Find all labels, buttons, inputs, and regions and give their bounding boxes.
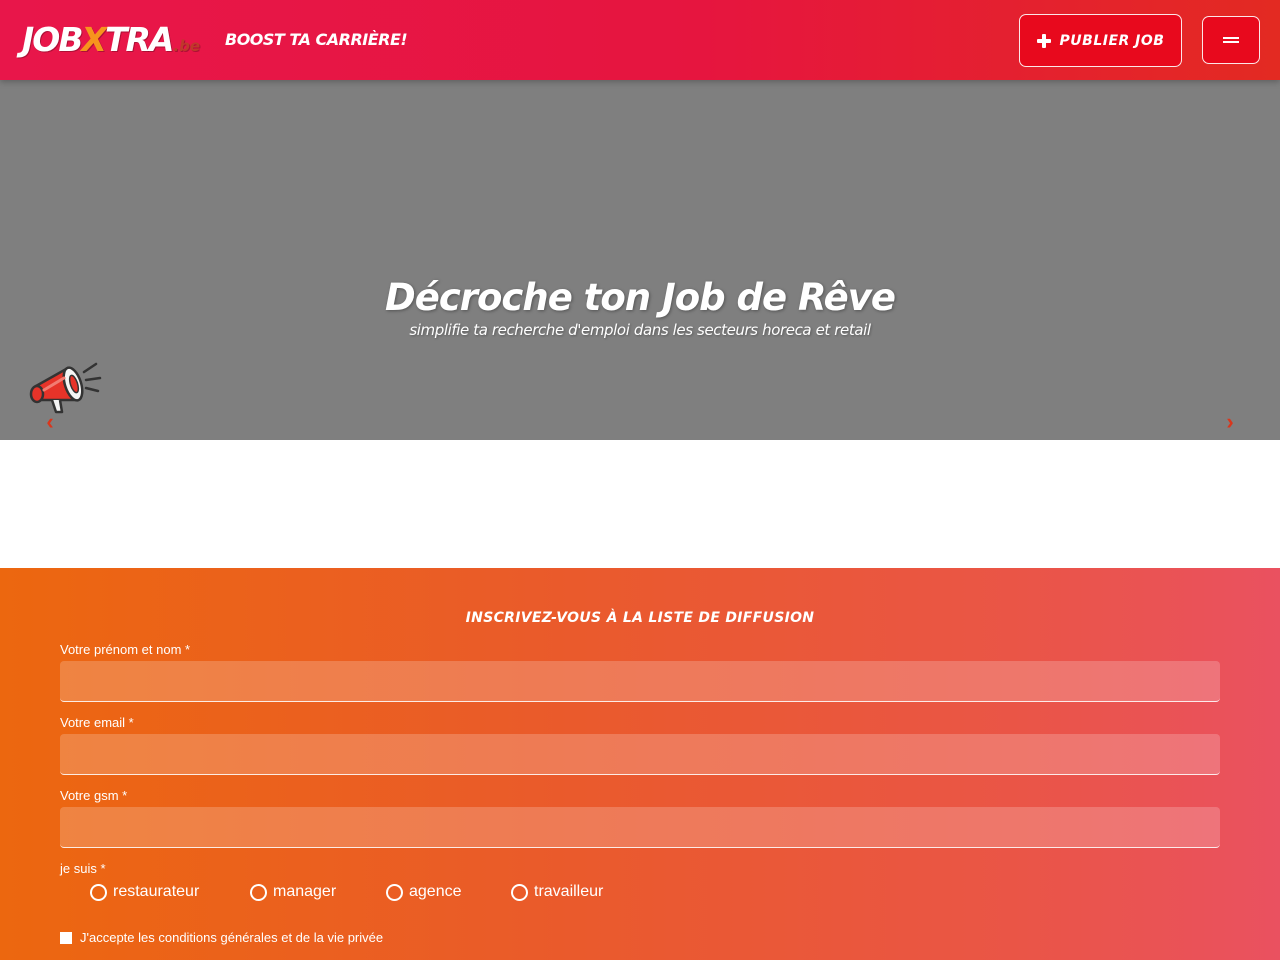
newsletter-title: INSCRIVEZ-VOUS À LA LISTE DE DIFFUSION [465, 610, 815, 626]
publish-job-label: PUBLIER JOB [1059, 32, 1165, 49]
radio-label: travailleur [534, 883, 604, 900]
hero-subtitle: simplifie ta recherche d'emploi dans les… [409, 321, 871, 339]
radio-travailleur[interactable]: travailleur [511, 883, 603, 901]
radio-circle-icon [511, 883, 528, 901]
plus-icon [1036, 33, 1051, 48]
slider-next-arrow[interactable]: › [1222, 410, 1238, 434]
publish-job-button[interactable]: PUBLIER JOB [1019, 14, 1182, 67]
megaphone-icon [29, 362, 102, 414]
radio-manager[interactable]: manager [250, 883, 336, 901]
terms-checkbox-row[interactable]: J'accepte les conditions générales et de… [60, 930, 383, 945]
radio-label: restaurateur [113, 883, 200, 900]
radio-circle-icon [386, 883, 403, 901]
role-label: je suis * [60, 861, 106, 876]
site-header: JOBXTRA.be BOOST TA CARRIÈRE! PUBLIER JO… [0, 0, 1280, 80]
logo-text-x: X [81, 20, 106, 59]
slider-prev-arrow[interactable]: ‹ [42, 410, 58, 434]
jobxtra-logo[interactable]: JOBXTRA.be [22, 18, 207, 62]
hero-slider: Décroche ton Job de Rêve simplifie ta re… [0, 80, 1280, 440]
menu-button[interactable] [1202, 16, 1260, 64]
name-field[interactable] [60, 661, 1220, 702]
gsm-field[interactable] [60, 807, 1220, 848]
tagline: BOOST TA CARRIÈRE! [225, 30, 408, 49]
radio-label: manager [273, 883, 337, 900]
radio-circle-icon [90, 883, 107, 901]
radio-restaurateur[interactable]: restaurateur [90, 883, 199, 901]
hero-title: Décroche ton Job de Rêve [385, 276, 896, 319]
logo-text-job: JOB [22, 20, 84, 59]
radio-circle-icon [250, 883, 267, 901]
email-field-label: Votre email * [60, 715, 134, 730]
name-field-label: Votre prénom et nom * [60, 642, 191, 657]
terms-label: J'accepte les conditions générales et de… [80, 930, 384, 945]
radio-agence[interactable]: agence [386, 883, 462, 901]
gsm-field-label: Votre gsm * [60, 788, 128, 803]
logo-text-tra: TRA [104, 20, 174, 59]
radio-label: agence [409, 883, 462, 900]
email-field[interactable] [60, 734, 1220, 775]
hamburger-menu-icon [1223, 37, 1239, 43]
newsletter-section: INSCRIVEZ-VOUS À LA LISTE DE DIFFUSION V… [0, 568, 1280, 960]
terms-checkbox[interactable] [60, 931, 72, 944]
logo-text-tld: .be [173, 37, 201, 55]
